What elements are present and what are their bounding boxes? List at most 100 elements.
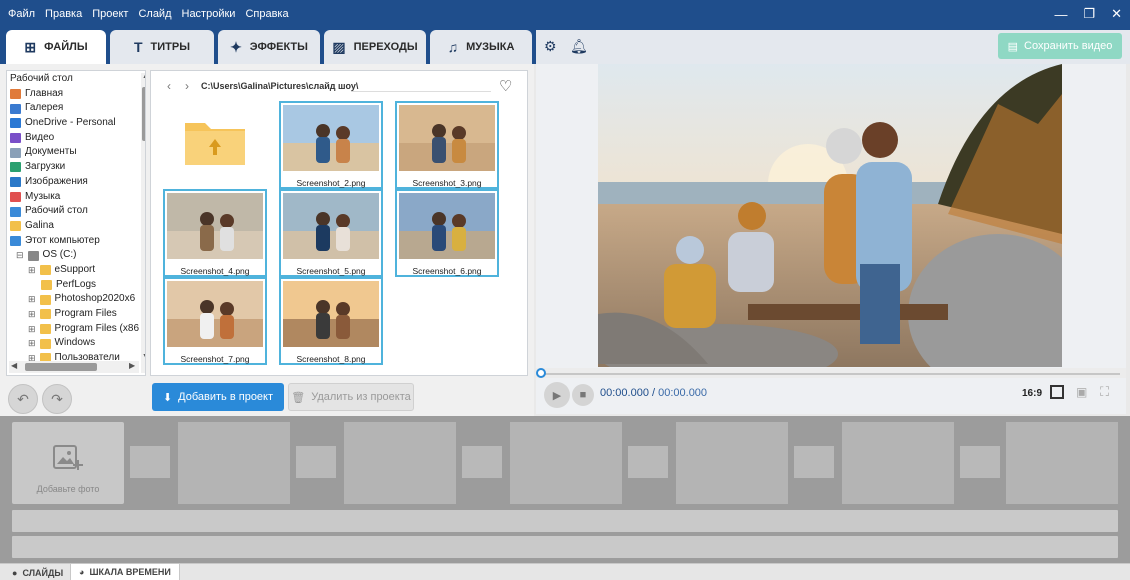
play-button[interactable]: ▶ — [544, 382, 570, 408]
frame-icon[interactable] — [1050, 385, 1064, 399]
tree-item[interactable]: Рабочий стол — [7, 72, 145, 87]
expand-icon[interactable]: ⊞ — [28, 336, 36, 351]
voice-track[interactable] — [12, 536, 1118, 558]
close-icon[interactable]: ✕ — [1111, 6, 1122, 22]
file-thumb[interactable]: Screenshot_4.png — [163, 189, 267, 277]
tree-item[interactable]: Изображения — [7, 175, 145, 190]
file-thumb[interactable]: Screenshot_8.png — [279, 277, 383, 365]
file-thumb[interactable]: Screenshot_5.png — [279, 189, 383, 277]
remove-from-project-button[interactable]: 🗑︎ Удалить из проекта — [288, 383, 414, 411]
tab-slides[interactable]: ● СЛАЙДЫ — [4, 564, 71, 580]
tree-item[interactable]: ⊞ eSupport — [7, 263, 145, 278]
scroll-right-icon[interactable]: ▶ — [129, 361, 135, 370]
parent-folder[interactable]: <..> — [169, 111, 273, 199]
menu-settings[interactable]: Настройки — [182, 8, 236, 20]
tree-item[interactable]: Рабочий стол — [7, 204, 145, 219]
restore-icon[interactable]: ❐ — [1083, 6, 1095, 22]
music-track[interactable] — [12, 510, 1118, 532]
add-to-project-button[interactable]: ⬇ Добавить в проект — [152, 383, 284, 411]
slide-slot[interactable] — [344, 422, 456, 504]
scroll-down-icon[interactable]: ▼ — [142, 353, 145, 360]
favorite-heart-icon[interactable]: ♡ — [499, 77, 512, 95]
tree-item[interactable]: Этот компьютер — [7, 234, 145, 249]
player-controls: ▶ ■ 00:00.000 / 00:00.000 16:9 ▣ ⛶ — [536, 378, 1126, 414]
expand-icon[interactable]: ⊞ — [28, 307, 36, 322]
tree-item[interactable]: Galina — [7, 219, 145, 234]
menu-file[interactable]: Файл — [8, 8, 35, 20]
expand-icon[interactable]: ⊞ — [28, 263, 36, 278]
tree-item[interactable]: Документы — [7, 145, 145, 160]
tree-item[interactable]: Загрузки — [7, 160, 145, 175]
file-browser: ‹ › C:\Users\Galina\Pictures\слайд шоу\ … — [150, 70, 528, 376]
slide-slot[interactable] — [510, 422, 622, 504]
tab-timeline[interactable]: ◕ ШКАЛА ВРЕМЕНИ — [70, 564, 180, 580]
menu-help[interactable]: Справка — [245, 8, 288, 20]
tree-item[interactable]: Видео — [7, 131, 145, 146]
slide-slot[interactable] — [1006, 422, 1118, 504]
tree-item[interactable]: ⊞ Program Files (x86 — [7, 322, 145, 337]
scroll-up-icon[interactable]: ▲ — [142, 73, 145, 80]
tab-files[interactable]: ⊞ ФАЙЛЫ — [6, 30, 106, 64]
file-name: Screenshot_2.png — [296, 178, 366, 188]
file-thumb[interactable]: Screenshot_3.png — [395, 101, 499, 189]
tree-item-label: Рабочий стол — [10, 73, 73, 84]
transition-slot[interactable] — [960, 446, 1000, 478]
transition-slot[interactable] — [296, 446, 336, 478]
transition-slot[interactable] — [628, 446, 668, 478]
tree-item[interactable]: Музыка — [7, 190, 145, 205]
seek-handle[interactable] — [536, 368, 546, 378]
tree-item[interactable]: ⊞ Program Files — [7, 307, 145, 322]
slide-slot[interactable] — [676, 422, 788, 504]
tree-horizontal-scrollbar[interactable]: ◀ ▶ — [9, 361, 139, 373]
slide-slot[interactable] — [178, 422, 290, 504]
snapshot-icon[interactable]: ▣ — [1076, 385, 1087, 399]
folder-icon — [41, 279, 52, 290]
fullscreen-icon[interactable]: ⛶ — [1100, 384, 1109, 400]
file-thumb[interactable]: Screenshot_2.png — [279, 101, 383, 189]
scroll-left-icon[interactable]: ◀ — [11, 361, 17, 370]
stop-button[interactable]: ■ — [572, 384, 594, 406]
transition-slot[interactable] — [462, 446, 502, 478]
bell-icon[interactable]: 🔔︎ — [570, 38, 588, 55]
tree-item-label: Изображения — [25, 175, 88, 187]
tree-item-label: Загрузки — [25, 161, 66, 173]
tab-transitions[interactable]: ▨ ПЕРЕХОДЫ — [324, 30, 426, 64]
tree-item[interactable]: ⊞ Photoshop2020x6 — [7, 292, 145, 307]
file-thumb[interactable]: Screenshot_7.png — [163, 277, 267, 365]
file-thumb[interactable]: Screenshot_6.png — [395, 189, 499, 277]
redo-button[interactable]: ↷ — [42, 384, 72, 414]
menu-project[interactable]: Проект — [92, 8, 128, 20]
forward-arrow-icon[interactable]: › — [185, 79, 189, 93]
tree-vertical-scrollbar[interactable]: ▲ ▼ — [141, 73, 145, 373]
tab-slides-label: СЛАЙДЫ — [22, 567, 64, 578]
tree-hscroll-thumb[interactable] — [25, 363, 97, 371]
tree-item[interactable]: Галерея — [7, 101, 145, 116]
tree-item[interactable]: Главная — [7, 87, 145, 102]
path-breadcrumb: C:\Users\Galina\Pictures\слайд шоу\ — [201, 81, 359, 91]
seek-bar[interactable] — [536, 368, 1126, 378]
expand-icon[interactable]: ⊞ — [28, 292, 36, 307]
menu-edit[interactable]: Правка — [45, 8, 82, 20]
expand-icon[interactable]: ⊞ — [28, 322, 36, 337]
undo-button[interactable]: ↶ — [8, 384, 38, 414]
slide-slot[interactable] — [842, 422, 954, 504]
gear-icon[interactable]: ⚙ — [544, 38, 557, 55]
tree-item[interactable]: ⊞ Windows — [7, 336, 145, 351]
add-photo-slot[interactable]: Добавьте фото — [12, 422, 124, 504]
transition-slot[interactable] — [130, 446, 170, 478]
music-icon — [10, 191, 21, 202]
back-arrow-icon[interactable]: ‹ — [167, 79, 171, 93]
tree-item[interactable]: ⊟ OS (C:) — [7, 248, 145, 263]
menu-slide[interactable]: Слайд — [138, 8, 171, 20]
collapse-icon[interactable]: ⊟ — [16, 248, 24, 263]
aspect-ratio-toggle[interactable]: 16:9 — [1022, 388, 1042, 399]
tree-item[interactable]: OneDrive - Personal — [7, 116, 145, 131]
minimize-icon[interactable]: — — [1054, 7, 1067, 22]
tab-music[interactable]: ♫ МУЗЫКА — [430, 30, 532, 64]
tab-titles[interactable]: T ТИТРЫ — [110, 30, 214, 64]
transition-slot[interactable] — [794, 446, 834, 478]
tree-scroll-thumb[interactable] — [142, 87, 145, 141]
save-video-button[interactable]: ▤ Сохранить видео — [998, 33, 1122, 59]
tree-item[interactable]: PerfLogs — [7, 278, 145, 293]
tab-effects[interactable]: ✦ ЭФФЕКТЫ — [218, 30, 320, 64]
